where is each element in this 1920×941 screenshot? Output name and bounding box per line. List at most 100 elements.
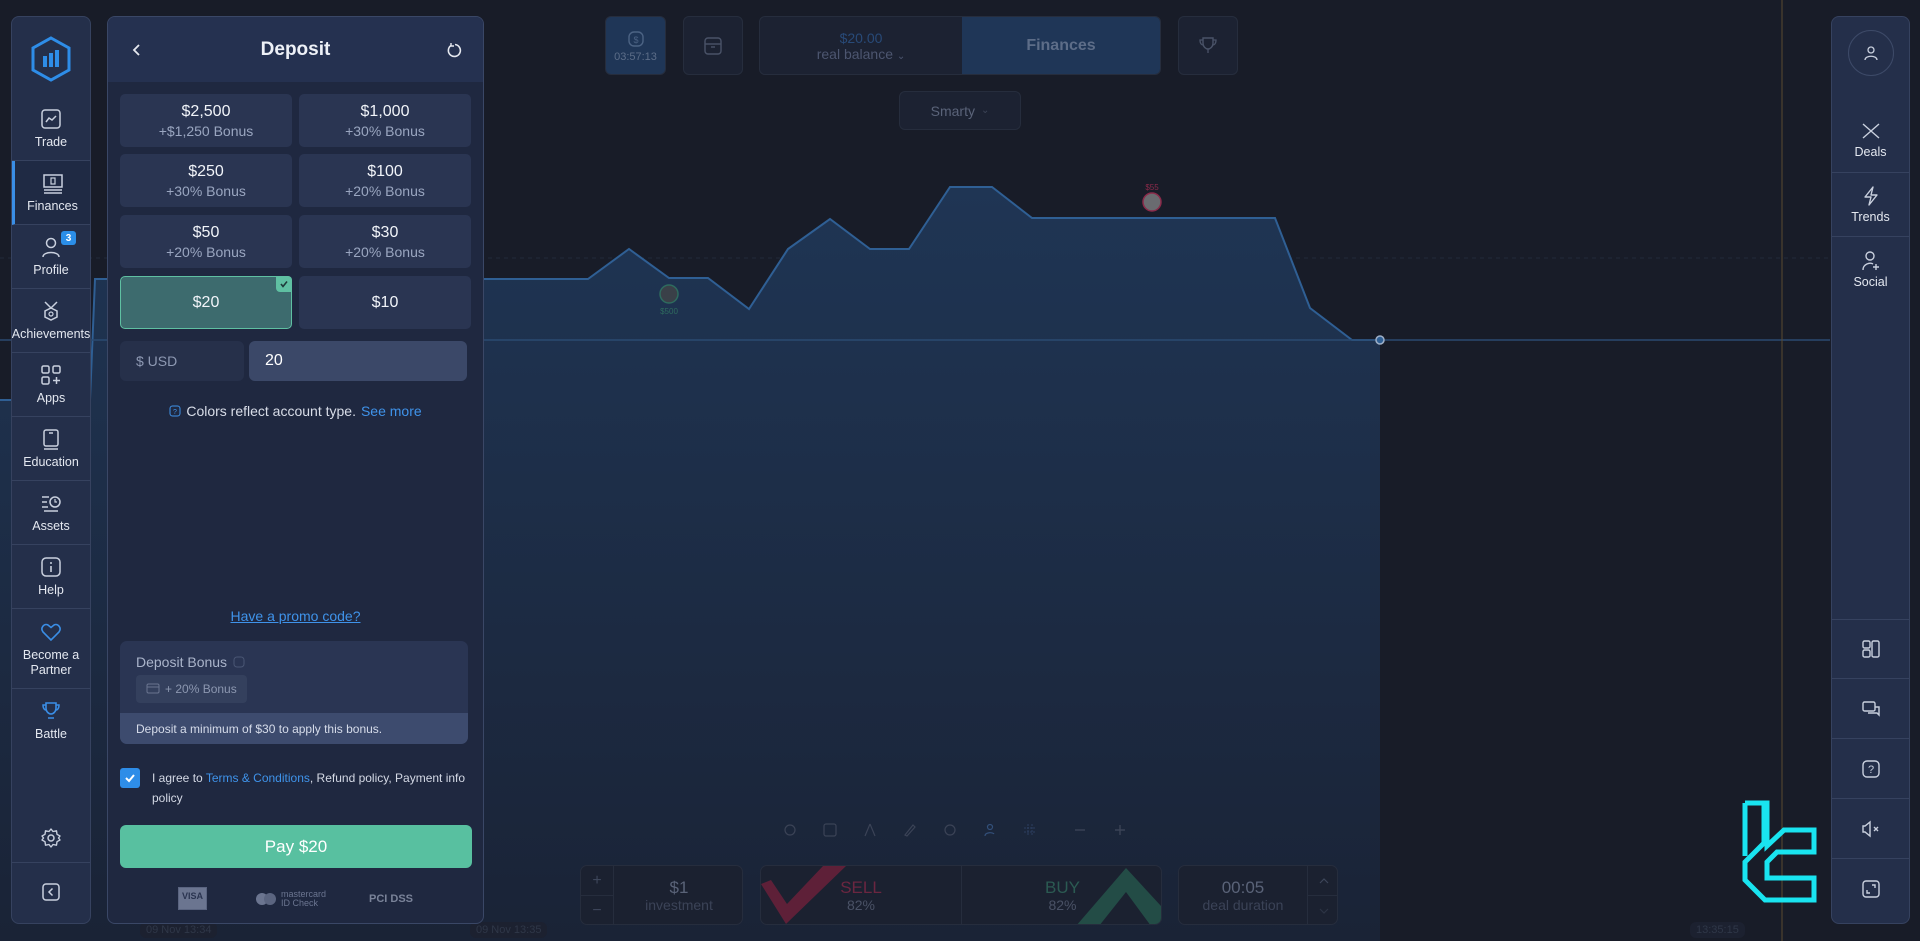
pay-button[interactable]: Pay $20 (120, 825, 472, 868)
grid-tool[interactable] (1010, 816, 1050, 844)
avatar[interactable] (1848, 30, 1894, 76)
chat-button[interactable] (1832, 679, 1909, 739)
zoom-in-button[interactable] (1100, 816, 1140, 844)
amount-option[interactable]: $50 +20% Bonus (120, 215, 292, 268)
sidebar-item-social[interactable]: Social (1832, 237, 1909, 301)
amount-bonus: +20% Bonus (166, 243, 246, 260)
app-logo[interactable] (12, 31, 90, 87)
sell-button[interactable]: SELL 82% (761, 866, 962, 924)
amount-bonus: +20% Bonus (345, 243, 425, 260)
buy-button[interactable]: BUY 82% (962, 866, 1161, 924)
amount-option[interactable]: $10 (299, 276, 471, 329)
dollar-refresh-icon: $ (627, 31, 644, 47)
balance-selector[interactable]: $20.00 real balance ⌄ (760, 17, 962, 74)
info-icon[interactable] (233, 656, 245, 668)
gear-icon (41, 827, 61, 848)
amount-value: $50 (192, 223, 220, 241)
sidebar-item-battle[interactable]: Battle (12, 689, 90, 751)
amount-option[interactable]: $250 +30% Bonus (120, 154, 292, 207)
amount-bonus: +30% Bonus (166, 182, 246, 199)
decrease-investment-button[interactable]: − (581, 896, 614, 924)
sidebar-item-label: Finances (27, 199, 78, 213)
sidebar-item-assets[interactable]: Assets (12, 481, 90, 545)
time-axis-label: 09 Nov 13:34 (140, 922, 218, 938)
decrease-duration-button[interactable] (1307, 896, 1337, 924)
sell-percent: 82% (846, 897, 876, 913)
amount-bonus: +$1,250 Bonus (158, 122, 254, 139)
see-more-link[interactable]: See more (361, 403, 422, 419)
amount-value: $2,500 (181, 102, 231, 120)
layout-button[interactable] (1832, 619, 1909, 679)
sidebar-item-trends[interactable]: Trends (1832, 173, 1909, 237)
bot-tool[interactable] (770, 816, 810, 844)
amount-option[interactable]: $100 +20% Bonus (299, 154, 471, 207)
indicators-tool[interactable] (850, 816, 890, 844)
investment-control: + − $1 investment (580, 865, 743, 925)
investment-field[interactable]: $1 investment (614, 866, 742, 924)
amount-option[interactable]: $30 +20% Bonus (299, 215, 471, 268)
fullscreen-button[interactable] (1832, 859, 1909, 919)
duration-field[interactable]: 00:05 deal duration (1179, 866, 1307, 924)
cashback-timer[interactable]: $ 03:57:13 (605, 16, 666, 75)
sell-buy-control: SELL 82% BUY 82% (760, 865, 1162, 925)
increase-duration-button[interactable] (1307, 866, 1337, 896)
minus-icon (1075, 829, 1085, 831)
chat-icon (1861, 700, 1880, 717)
sidebar-item-finances[interactable]: Finances (12, 161, 90, 225)
sidebar-item-profile[interactable]: 3 Profile (12, 225, 90, 289)
help-button[interactable]: ? (1832, 739, 1909, 799)
collapse-sidebar-button[interactable] (12, 867, 90, 917)
compass-icon (864, 823, 876, 837)
svg-text:?: ? (173, 409, 177, 416)
sidebar-item-education[interactable]: Education (12, 417, 90, 481)
amount-bonus: +30% Bonus (345, 122, 425, 139)
trade-marker-low: $500 (659, 284, 679, 316)
lightning-icon (1863, 186, 1878, 206)
duration-label: deal duration (1202, 897, 1284, 913)
sidebar-item-help[interactable]: Help (12, 545, 90, 609)
amount-option-selected[interactable]: $20 (120, 276, 292, 329)
crosshair-tool[interactable] (930, 816, 970, 844)
amount-option[interactable]: $2,500 +$1,250 Bonus (120, 94, 292, 147)
sidebar-item-label: Social (1853, 274, 1888, 289)
robot-icon (784, 824, 796, 836)
plus-icon (1115, 825, 1125, 835)
sidebar-item-apps[interactable]: Apps (12, 353, 90, 417)
deals-icon (1862, 123, 1879, 139)
sidebar-item-become-partner[interactable]: Become a Partner (12, 609, 90, 689)
medal-icon (39, 299, 63, 323)
fullscreen-icon (1861, 880, 1880, 898)
bonus-title-text: Deposit Bonus (136, 654, 228, 670)
drawing-tool[interactable] (890, 816, 930, 844)
chest-icon (704, 36, 722, 55)
social-trading-tool[interactable] (970, 816, 1010, 844)
book-icon (39, 427, 63, 451)
marker-low-label: $500 (660, 307, 678, 316)
sidebar-item-label: Apps (36, 391, 66, 405)
settings-button[interactable] (12, 813, 90, 863)
sound-button[interactable] (1832, 799, 1909, 859)
currency-selector[interactable]: $ USD (120, 341, 244, 381)
chest-button[interactable] (683, 16, 743, 75)
promo-code-link[interactable]: Have a promo code? (108, 608, 483, 624)
amount-input[interactable] (249, 341, 467, 381)
back-button[interactable] (124, 37, 150, 63)
svg-text:?: ? (1867, 764, 1873, 776)
sidebar-item-trade[interactable]: Trade (12, 97, 90, 161)
terms-checkbox[interactable] (120, 768, 140, 788)
finances-button[interactable]: Finances (962, 17, 1160, 74)
sidebar-item-deals[interactable]: Deals (1832, 107, 1909, 173)
increase-investment-button[interactable]: + (581, 866, 614, 896)
amount-option[interactable]: $1,000 +30% Bonus (299, 94, 471, 147)
tournaments-button[interactable] (1178, 16, 1238, 75)
refresh-button[interactable] (441, 37, 467, 63)
trophy-icon (39, 699, 63, 723)
marker-high-label: $55 (1145, 183, 1159, 192)
zoom-out-button[interactable] (1060, 816, 1100, 844)
buy-percent: 82% (1048, 897, 1077, 913)
sidebar-item-achievements[interactable]: Achievements (12, 289, 90, 353)
terms-link[interactable]: Terms & Conditions (206, 771, 310, 785)
chart-type-tool[interactable] (810, 816, 850, 844)
strategy-selector[interactable]: Smarty ⌄ (899, 91, 1021, 130)
sidebar-item-label: Battle (35, 726, 67, 741)
